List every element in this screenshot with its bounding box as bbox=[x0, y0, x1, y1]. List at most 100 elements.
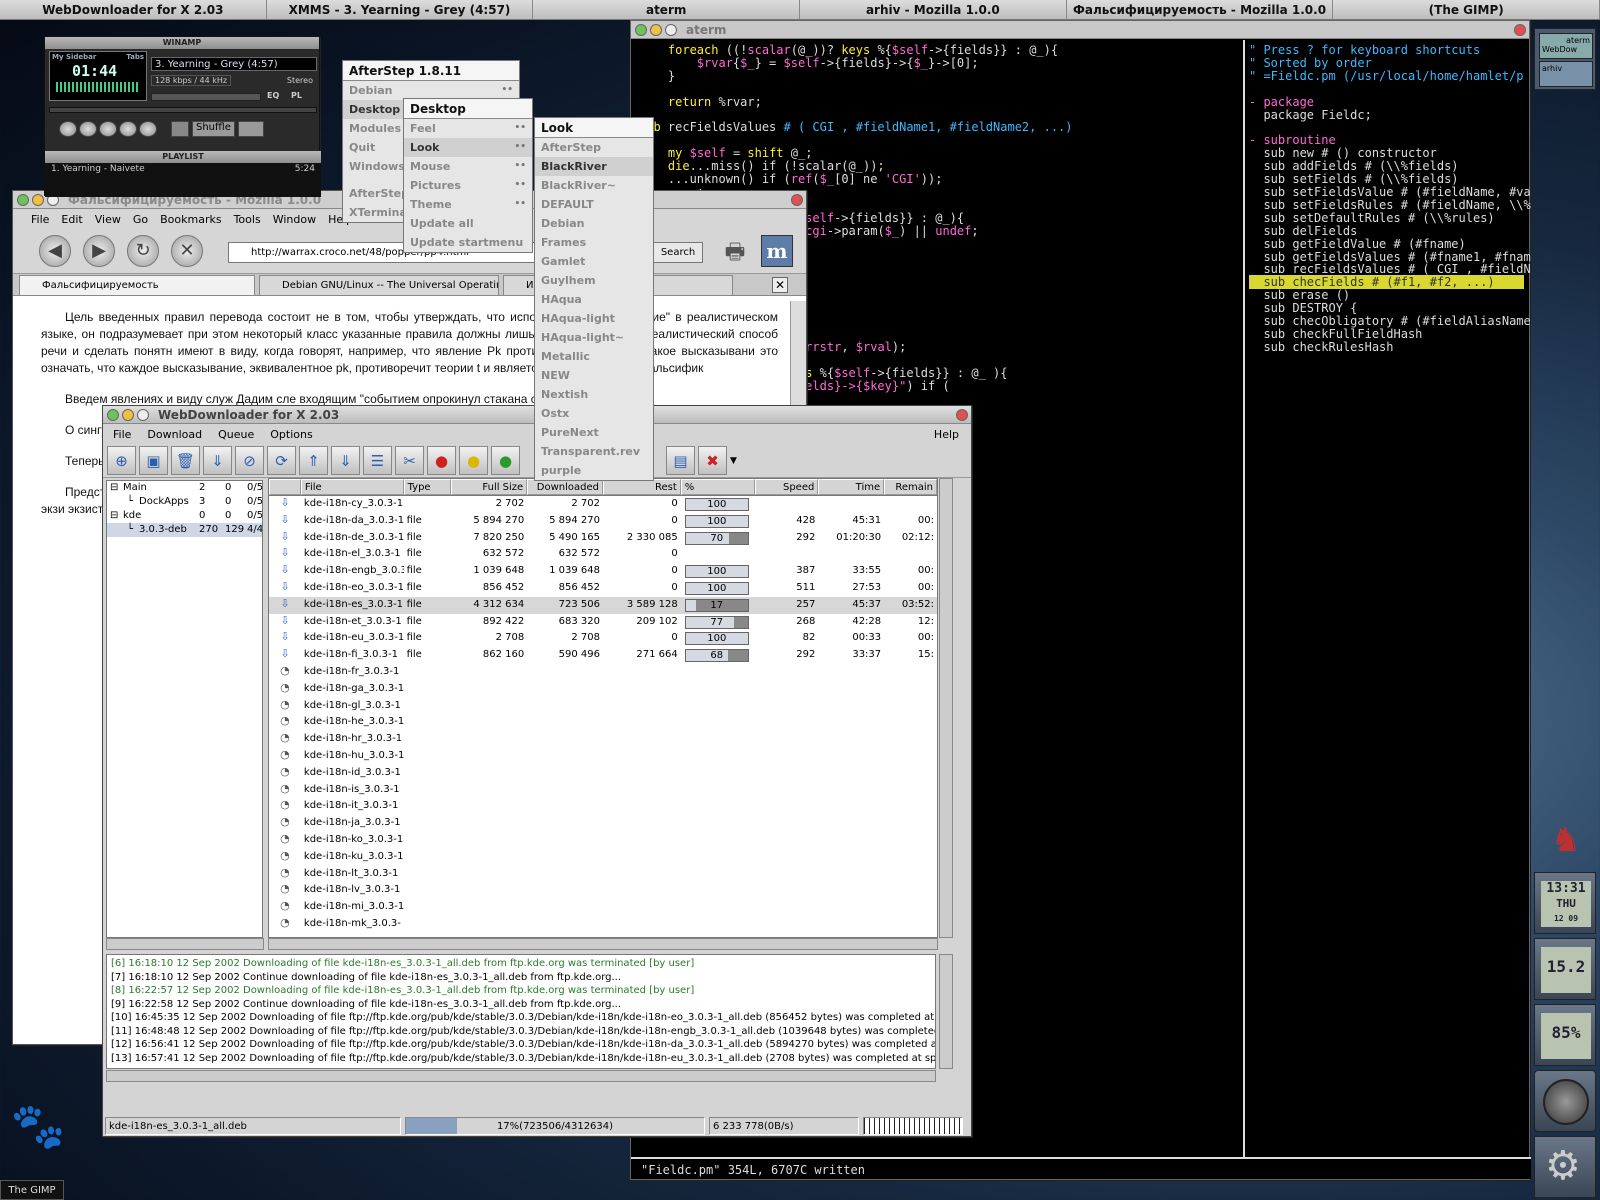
tree-expander-icon[interactable]: ⊟ bbox=[110, 509, 118, 523]
browser-tab[interactable]: Фальсифицируемость bbox=[19, 275, 255, 295]
menu-item[interactable]: Mouse •• bbox=[404, 157, 532, 176]
download-row[interactable]: ◔ kde-i18n-mi_3.0.3-1 bbox=[269, 899, 937, 916]
log-panel[interactable]: [6] 16:18:10 12 Sep 2002 Downloading of … bbox=[106, 954, 936, 1069]
menu-item-view[interactable]: View bbox=[95, 213, 121, 226]
menu-item[interactable]: Update all bbox=[404, 214, 532, 233]
vim-taglist-pane[interactable]: " Press ? for keyboard shortcuts " Sorted… bbox=[1243, 40, 1531, 1170]
menu-item[interactable]: AfterStep bbox=[535, 138, 653, 157]
gimp-wilber-icon[interactable]: 🐾 bbox=[8, 1100, 68, 1156]
print-icon[interactable]: 🖶 bbox=[718, 235, 752, 269]
download-row[interactable]: ⇩ kde-i18n-eo_3.0.3-1 file 856 452 856 452 0 1… bbox=[269, 580, 937, 597]
download-row[interactable]: ⇩ kde-i18n-da_3.0.3-1 file 5 894 270 5 894 2… bbox=[269, 513, 937, 530]
column-header[interactable]: Time bbox=[818, 479, 885, 495]
search-button[interactable]: Search bbox=[653, 242, 703, 263]
menu-item[interactable]: Guylhem bbox=[535, 271, 653, 290]
menu-item[interactable]: HAqua-light bbox=[535, 309, 653, 328]
maximize-icon[interactable] bbox=[122, 408, 134, 421]
column-header[interactable]: Rest bbox=[602, 479, 681, 495]
download-row[interactable]: ⇩ kde-i18n-el_3.0.3-1 file 632 572 632 572 0 bbox=[269, 546, 937, 563]
menu-item[interactable]: purple bbox=[535, 461, 653, 480]
playlist-titlebar[interactable]: PLAYLIST bbox=[45, 151, 321, 163]
download-row[interactable]: ◔ kde-i18n-lv_3.0.3-1 bbox=[269, 882, 937, 899]
download-row[interactable]: ⇩ kde-i18n-cy_3.0.3-1 2 702 2 702 0 100 bbox=[269, 496, 937, 513]
add-download-icon[interactable]: ⊕ bbox=[107, 446, 136, 475]
menu-item[interactable]: BlackRiver bbox=[535, 157, 653, 176]
column-header[interactable]: Full Size bbox=[451, 479, 528, 495]
menu-item-window[interactable]: Window bbox=[273, 213, 316, 226]
download-row[interactable]: ◔ kde-i18n-hu_3.0.3-1 bbox=[269, 748, 937, 765]
red-speed-icon[interactable]: ● bbox=[427, 446, 456, 475]
menu-item[interactable]: Feel •• bbox=[404, 119, 532, 138]
seek-bar[interactable] bbox=[49, 107, 317, 113]
cd-player-dockapp[interactable] bbox=[1534, 1070, 1596, 1132]
menu-item[interactable]: Look •• bbox=[404, 138, 532, 157]
stop-icon[interactable] bbox=[119, 121, 137, 137]
add-from-clipboard-icon[interactable]: ▣ bbox=[139, 446, 168, 475]
mini-desk-1[interactable]: aterm WebDow bbox=[1539, 33, 1593, 59]
download-list-vscrollbar[interactable] bbox=[939, 478, 953, 938]
close-tab-icon[interactable]: ✕ bbox=[772, 277, 788, 293]
webdownloader-window[interactable]: WebDownloader for X 2.03 File Download Que… bbox=[102, 405, 972, 1137]
winamp-titlebar[interactable]: WINAMP bbox=[45, 37, 319, 49]
column-header[interactable]: File bbox=[300, 479, 404, 495]
browser-tab[interactable]: Debian GNU/Linux -- The Universal Operat… bbox=[259, 275, 499, 295]
pause-icon[interactable] bbox=[99, 121, 117, 137]
reload-button[interactable]: ↻ bbox=[127, 235, 159, 267]
menu-item[interactable]: PureNext bbox=[535, 423, 653, 442]
move-down-icon[interactable]: ⇓ bbox=[331, 446, 360, 475]
menu-item[interactable]: Frames bbox=[535, 233, 653, 252]
pager-item[interactable]: Фальсифицируемость - Mozilla 1.0.0 bbox=[1067, 0, 1334, 19]
tree-hscrollbar[interactable] bbox=[106, 938, 264, 950]
look-menu[interactable]: Look AfterStep BlackRiver BlackRiver~ DEFAUL… bbox=[534, 117, 654, 481]
eject-icon[interactable] bbox=[170, 121, 189, 137]
column-header[interactable]: Speed bbox=[754, 479, 819, 495]
pl-button[interactable]: PL bbox=[291, 91, 302, 100]
menu-item[interactable]: Update startmenu bbox=[404, 233, 532, 252]
log-hscrollbar[interactable] bbox=[106, 1070, 936, 1082]
menu-item[interactable]: BlackRiver~ bbox=[535, 176, 653, 195]
tree-node[interactable]: ⊟ Main 2 0 0/5 bbox=[107, 481, 262, 495]
menu-item[interactable]: HAqua bbox=[535, 290, 653, 309]
download-row[interactable]: ◔ kde-i18n-is_3.0.3-1 bbox=[269, 782, 937, 799]
download-row[interactable]: ◔ kde-i18n-ku_3.0.3-1 bbox=[269, 849, 937, 866]
mini-desk-2[interactable]: arhiv bbox=[1539, 61, 1593, 87]
stop-button[interactable]: ✕ bbox=[171, 235, 203, 267]
next-icon[interactable] bbox=[139, 121, 157, 137]
desktop-menu-title[interactable]: Desktop bbox=[404, 99, 532, 119]
eq-button[interactable]: EQ bbox=[267, 91, 279, 100]
menu-item-tools[interactable]: Tools bbox=[234, 213, 261, 226]
minimize-icon[interactable] bbox=[107, 408, 119, 421]
stop-download-icon[interactable]: ⊘ bbox=[235, 446, 264, 475]
menu-item-bookmarks[interactable]: Bookmarks bbox=[160, 213, 221, 226]
download-row[interactable]: ◔ kde-i18n-ja_3.0.3-1 bbox=[269, 815, 937, 832]
clock-dockapp[interactable]: 13:31 THU 12 09 bbox=[1534, 872, 1596, 934]
tree-node[interactable]: ⊟ kde 0 0 0/5 bbox=[107, 509, 262, 523]
shade-icon[interactable] bbox=[665, 23, 677, 36]
tree-expander-icon[interactable]: ⊟ bbox=[110, 481, 118, 495]
download-row[interactable]: ⇩ kde-i18n-fi_3.0.3-1 file 862 160 590 496 27… bbox=[269, 647, 937, 664]
winamp-window[interactable]: WINAMP My Sidebar Tabs 01:44 3. Yearning … bbox=[44, 36, 321, 197]
playlist-panel[interactable]: PLAYLIST 1. Yearning - Naivete 5:24 bbox=[45, 151, 321, 197]
download-row[interactable]: ⇩ kde-i18n-engb_3.0.3 file 1 039 648 1 039 6… bbox=[269, 563, 937, 580]
download-row[interactable]: ◔ kde-i18n-ga_3.0.3-1 bbox=[269, 681, 937, 698]
column-header[interactable]: % bbox=[680, 479, 755, 495]
gimp-taskbar-button[interactable]: The GIMP bbox=[0, 1180, 64, 1200]
minimize-icon[interactable] bbox=[635, 23, 647, 36]
pager-mini[interactable]: aterm WebDow arhiv bbox=[1534, 28, 1596, 90]
forward-button[interactable]: ▶ bbox=[83, 235, 115, 267]
wd-menu-file[interactable]: File bbox=[113, 428, 131, 441]
menu-item[interactable]: Metallic bbox=[535, 347, 653, 366]
main-menu-title[interactable]: AfterStep 1.8.11 bbox=[343, 61, 519, 81]
continue-download-icon[interactable]: ⇓ bbox=[203, 446, 232, 475]
pager-item[interactable]: WebDownloader for X 2.03 bbox=[0, 0, 267, 19]
download-row[interactable]: ◔ kde-i18n-hr_3.0.3-1 bbox=[269, 731, 937, 748]
wd-menu-options[interactable]: Options bbox=[270, 428, 312, 441]
repeat-icon[interactable] bbox=[238, 121, 265, 137]
menu-item[interactable]: Ostx bbox=[535, 404, 653, 423]
log-icon[interactable]: ☰ bbox=[363, 446, 392, 475]
download-row[interactable]: ◔ kde-i18n-he_3.0.3-1 bbox=[269, 714, 937, 731]
download-row[interactable]: ⇩ kde-i18n-et_3.0.3-1 file 892 422 683 320 20… bbox=[269, 614, 937, 631]
download-row[interactable]: ◔ kde-i18n-fr_3.0.3-1 bbox=[269, 664, 937, 681]
wd-menu-queue[interactable]: Queue bbox=[218, 428, 254, 441]
menu-item[interactable]: Pictures •• bbox=[404, 176, 532, 195]
